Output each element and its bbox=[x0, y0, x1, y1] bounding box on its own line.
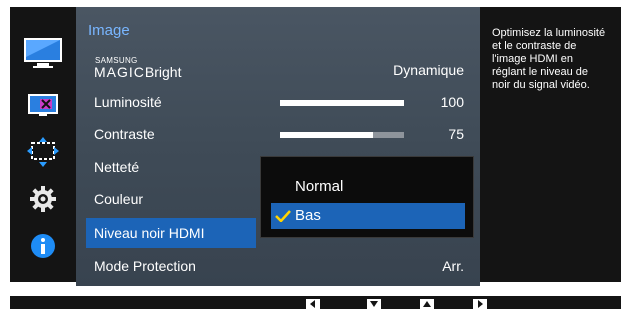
niveau-noir-dropdown: Normal Bas bbox=[260, 156, 474, 238]
contraste-slider[interactable] bbox=[280, 132, 404, 138]
bright-text: Bright bbox=[144, 64, 182, 80]
option-normal-label: Normal bbox=[295, 178, 344, 195]
help-line: Optimisez la luminosité bbox=[492, 27, 606, 39]
help-text: Optimisez la luminosité et le contraste … bbox=[492, 27, 621, 92]
mode-protection-value: Arr. bbox=[442, 258, 464, 274]
left-arrow-icon[interactable] bbox=[306, 299, 320, 309]
information-icon[interactable] bbox=[23, 230, 63, 262]
navigation-bar bbox=[10, 296, 621, 309]
nettete-label: Netteté bbox=[94, 159, 140, 175]
menu-item-luminosite[interactable]: Luminosité 100 bbox=[86, 87, 470, 117]
luminosite-value: 100 bbox=[440, 94, 464, 110]
menu-title: Image bbox=[88, 22, 130, 39]
menu-item-contraste[interactable]: Contraste 75 bbox=[86, 119, 470, 149]
mode-protection-label: Mode Protection bbox=[94, 258, 196, 274]
picture-icon[interactable] bbox=[23, 37, 63, 69]
luminosite-label: Luminosité bbox=[94, 94, 162, 110]
option-bas-label: Bas bbox=[295, 207, 321, 224]
help-line: noir du signal vidéo. bbox=[492, 79, 590, 91]
dropdown-option-bas[interactable]: Bas bbox=[271, 203, 465, 229]
image-menu-panel: Image SAMSUNG MAGICBright Dynamique Lumi… bbox=[76, 7, 480, 286]
luminosite-slider[interactable] bbox=[280, 100, 404, 106]
luminosite-slider-fill bbox=[280, 100, 404, 106]
up-arrow-icon[interactable] bbox=[420, 299, 434, 309]
dropdown-option-normal[interactable]: Normal bbox=[271, 174, 465, 200]
right-arrow-icon[interactable] bbox=[473, 299, 487, 309]
magic-bright-value: Dynamique bbox=[393, 62, 464, 78]
contraste-value: 75 bbox=[448, 126, 464, 142]
category-icon-column bbox=[10, 7, 76, 282]
magic-logo-text: MAGIC bbox=[94, 64, 145, 80]
system-gear-icon[interactable] bbox=[23, 183, 63, 215]
niveau-noir-hdmi-label: Niveau noir HDMI bbox=[94, 225, 205, 241]
help-line: et le contraste de bbox=[492, 40, 577, 52]
checkmark-icon bbox=[275, 209, 291, 226]
size-position-icon[interactable] bbox=[23, 136, 63, 168]
contraste-label: Contraste bbox=[94, 126, 155, 142]
menu-item-niveau-noir-hdmi[interactable]: Niveau noir HDMI bbox=[86, 218, 256, 248]
help-line: l'image HDMI en bbox=[492, 53, 573, 65]
magic-bright-label: SAMSUNG MAGICBright bbox=[94, 57, 182, 80]
color-icon[interactable] bbox=[23, 89, 63, 121]
contraste-slider-fill bbox=[280, 132, 373, 138]
couleur-label: Couleur bbox=[94, 191, 144, 207]
menu-item-mode-protection[interactable]: Mode Protection Arr. bbox=[86, 251, 470, 281]
menu-item-magic-bright[interactable]: SAMSUNG MAGICBright Dynamique bbox=[86, 50, 470, 80]
down-arrow-icon[interactable] bbox=[367, 299, 381, 309]
help-line: réglant le niveau de bbox=[492, 66, 589, 78]
